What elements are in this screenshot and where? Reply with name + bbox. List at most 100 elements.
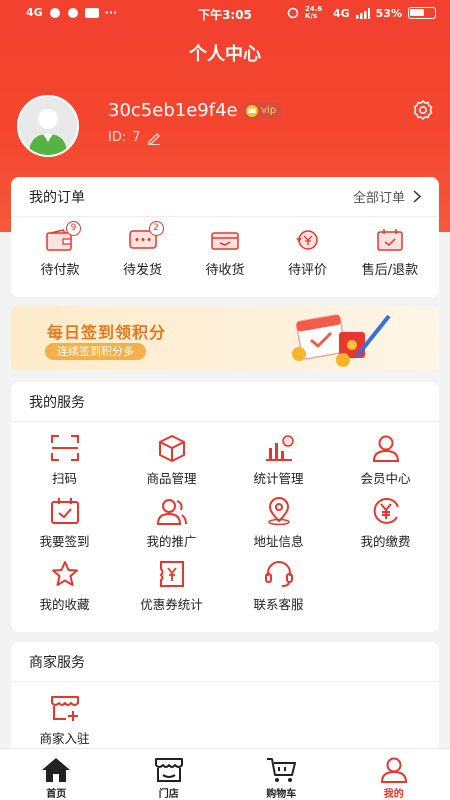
- user-icon: [372, 435, 399, 462]
- user-id: ID: 7: [108, 130, 161, 145]
- order-pending-review[interactable]: 待评价: [267, 227, 349, 278]
- tab-store[interactable]: 门店: [113, 749, 226, 800]
- merchant-card: 商家服务 商家入驻: [11, 642, 439, 762]
- service-label: 商家入驻: [39, 731, 90, 746]
- service-customer-support[interactable]: 联系客服: [225, 560, 332, 623]
- coupon-icon: [159, 561, 184, 587]
- service-favorites[interactable]: 我的收藏: [11, 560, 118, 623]
- order-label: 待收货: [205, 263, 245, 278]
- service-label: 扫码: [51, 471, 77, 486]
- orders-title: 我的订单: [29, 189, 85, 206]
- order-status-row: 9 待付款 2 待发货 待收货 待评价 售后/退款: [11, 217, 439, 278]
- merchant-grid: 商家入驻: [11, 682, 439, 757]
- service-product-management[interactable]: 商品管理: [118, 434, 225, 497]
- users-icon: [156, 499, 187, 525]
- order-label: 待付款: [40, 263, 80, 278]
- service-statistics[interactable]: 统计管理: [225, 434, 332, 497]
- orders-header: 我的订单 全部订单: [11, 177, 439, 217]
- box-icon: [158, 435, 185, 462]
- tab-label: 门店: [158, 789, 179, 800]
- battery-icon: [408, 7, 436, 19]
- yen-refresh-icon: [293, 227, 323, 253]
- pending-shipment-badge: 2: [148, 221, 164, 236]
- all-orders-label: 全部订单: [352, 191, 405, 206]
- id-label: ID:: [108, 130, 127, 145]
- order-pending-payment[interactable]: 9 待付款: [19, 221, 101, 278]
- settings-button[interactable]: [412, 99, 434, 125]
- banner-title: 每日签到领积分: [47, 323, 167, 342]
- service-coupon-stats[interactable]: 优惠券统计: [118, 560, 225, 623]
- services-card: 我的服务 扫码 商品管理 统计管理 会员中心 我要签到 我的推广 地址信息 我的…: [11, 382, 439, 632]
- service-promotion[interactable]: 我的推广: [118, 497, 225, 560]
- order-label: 售后/退款: [361, 263, 419, 278]
- all-orders-link[interactable]: 全部订单: [353, 187, 421, 206]
- service-scan[interactable]: 扫码: [11, 434, 118, 497]
- store-icon: [154, 758, 183, 782]
- order-after-sales[interactable]: 售后/退款: [349, 227, 431, 278]
- service-label: 商品管理: [146, 471, 197, 486]
- order-label: 待评价: [287, 263, 327, 278]
- service-label: 我的缴费: [360, 534, 411, 549]
- service-label: 会员中心: [360, 471, 411, 486]
- service-member-center[interactable]: 会员中心: [332, 434, 439, 497]
- service-payment[interactable]: 我的缴费: [332, 497, 439, 560]
- orders-card: 我的订单 全部订单 9 待付款 2 待发货 待收货 待评价 售后/退款: [11, 177, 439, 297]
- chevron-right-icon: [413, 190, 421, 203]
- calendar-gift-illustration: [292, 314, 391, 367]
- bottom-tab-bar: 首页 门店 购物车 我的: [0, 748, 450, 800]
- crown-icon: [246, 104, 258, 117]
- username: 30c5eb1e9f4e: [108, 100, 238, 121]
- service-label: 联系客服: [253, 597, 304, 612]
- service-checkin[interactable]: 我要签到: [11, 497, 118, 560]
- tab-mine[interactable]: 我的: [338, 749, 450, 800]
- alarm-icon: [287, 7, 299, 19]
- status-right: 24.6 K/s 4G 53%: [287, 6, 436, 20]
- service-label: 优惠券统计: [140, 597, 203, 612]
- battery-percent: 53%: [375, 6, 402, 20]
- order-pending-receipt[interactable]: 待收货: [184, 227, 266, 278]
- service-label: 我的推广: [146, 534, 197, 549]
- yen-circle-icon: [373, 497, 399, 524]
- service-label: 地址信息: [253, 534, 304, 549]
- service-address[interactable]: 地址信息: [225, 497, 332, 560]
- tab-label: 购物车: [266, 789, 297, 800]
- wallet-icon: 9: [45, 221, 81, 253]
- calendar-check-icon: [375, 227, 405, 253]
- store-icon: [50, 696, 79, 721]
- scan-icon: [50, 435, 79, 461]
- avatar[interactable]: [17, 95, 79, 157]
- status-bar: 4G ··· 下午3:05 24.6 K/s 4G 53%: [0, 0, 450, 28]
- location-icon: [267, 497, 290, 525]
- merchant-title: 商家服务: [29, 654, 85, 671]
- merchant-header: 商家服务: [11, 642, 439, 682]
- order-label: 待发货: [122, 263, 162, 278]
- banner-subtitle: 连续签到积分多: [45, 343, 146, 360]
- vip-badge[interactable]: vip: [242, 102, 284, 119]
- service-label: 我要签到: [39, 534, 90, 549]
- edit-icon[interactable]: [147, 131, 161, 145]
- vip-label: vip: [261, 105, 277, 116]
- tab-cart[interactable]: 购物车: [225, 749, 338, 800]
- cart-icon: [267, 758, 297, 782]
- id-value: 7: [132, 130, 141, 145]
- services-header: 我的服务: [11, 382, 439, 422]
- network-type: 4G: [332, 6, 350, 20]
- service-label: 统计管理: [253, 471, 304, 486]
- daily-checkin-banner[interactable]: 每日签到领积分 连续签到积分多: [11, 306, 439, 370]
- calendar-check-icon: [50, 498, 79, 524]
- gear-icon: [413, 100, 433, 120]
- tab-label: 首页: [46, 789, 67, 800]
- page-title: 个人中心: [189, 44, 261, 65]
- order-pending-shipment[interactable]: 2 待发货: [102, 221, 184, 278]
- net-speed: 24.6 K/s: [304, 5, 323, 20]
- service-label: 我的收藏: [39, 597, 90, 612]
- truck-box-icon: [210, 227, 240, 253]
- tab-home[interactable]: 首页: [0, 749, 113, 800]
- services-grid: 扫码 商品管理 统计管理 会员中心 我要签到 我的推广 地址信息 我的缴费 我的…: [11, 422, 439, 623]
- pending-payment-badge: 9: [66, 221, 81, 236]
- chat-box-icon: 2: [128, 221, 164, 253]
- home-icon: [42, 758, 71, 782]
- avatar-person-icon: [19, 97, 77, 155]
- headset-icon: [264, 561, 293, 587]
- signal-bars-icon: [355, 7, 370, 19]
